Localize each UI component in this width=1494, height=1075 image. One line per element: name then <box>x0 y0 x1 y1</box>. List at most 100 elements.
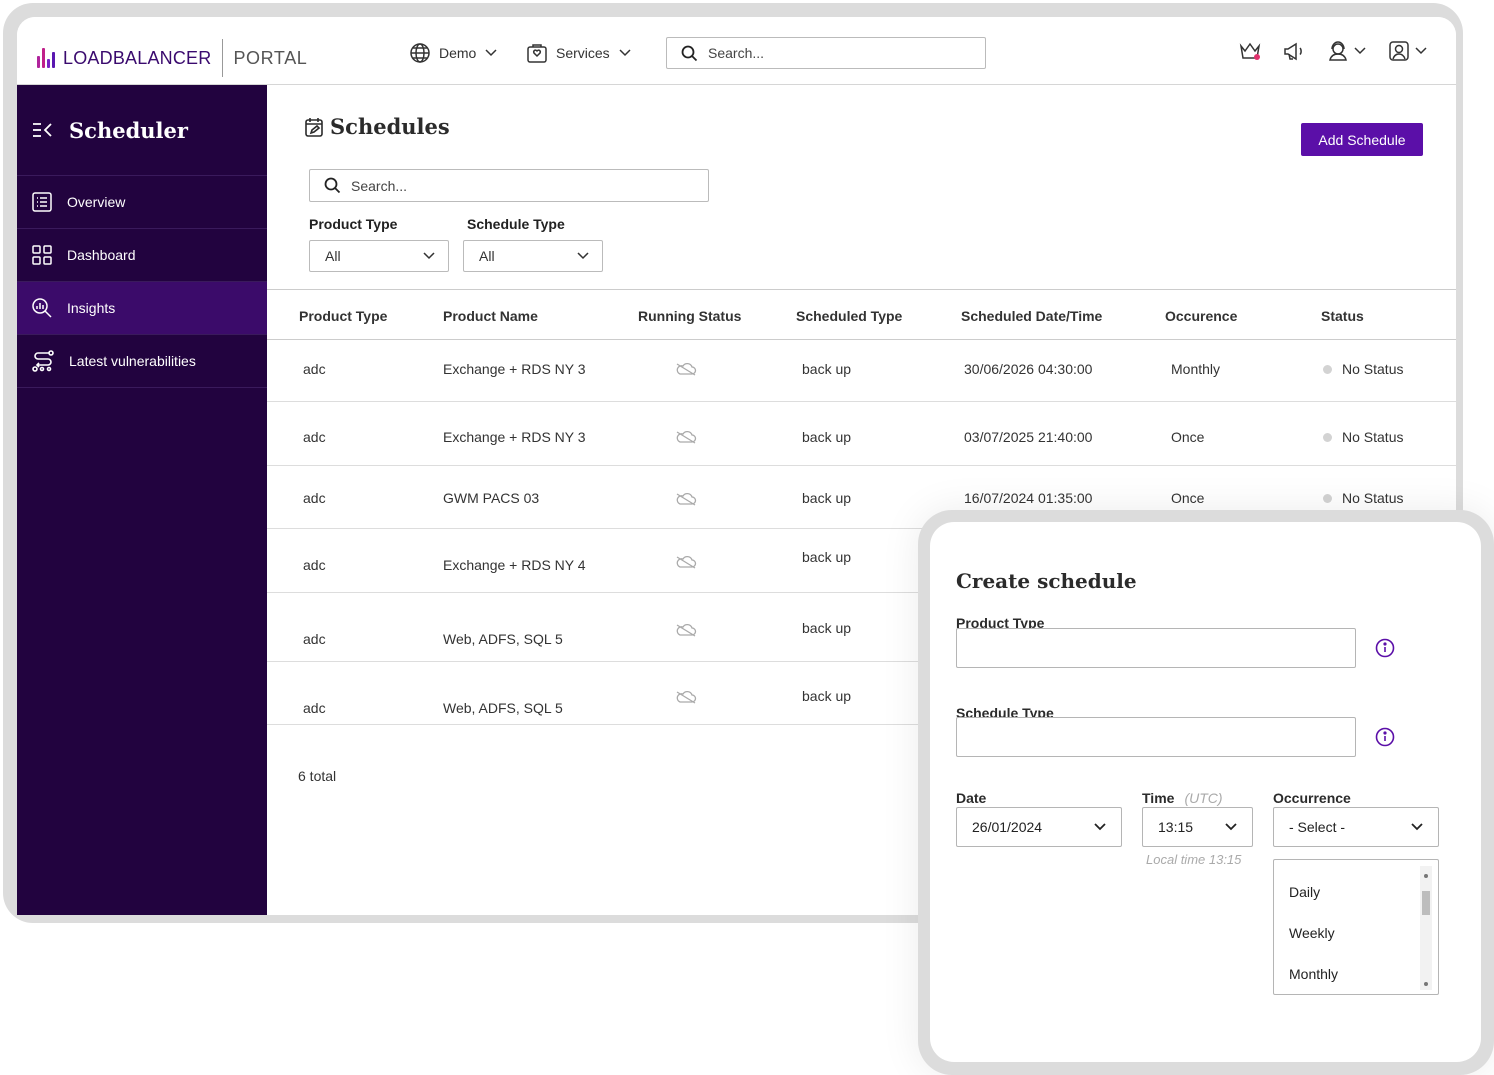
create-schedule-dialog-frame: Create schedule Product Type Schedule Ty… <box>918 510 1494 1075</box>
time-picker[interactable]: 13:15 <box>1142 807 1253 847</box>
cell-product-name: Exchange + RDS NY 3 <box>443 429 586 445</box>
collapse-sidebar-icon[interactable] <box>31 121 55 139</box>
column-header[interactable]: Product Type <box>299 308 387 324</box>
megaphone-icon[interactable] <box>1282 40 1306 62</box>
status-dot-icon <box>1323 365 1332 374</box>
column-header[interactable]: Running Status <box>638 308 741 324</box>
status-badge: No Status <box>1323 429 1403 445</box>
cell-product-type: adc <box>303 631 326 647</box>
chevron-down-icon <box>1225 823 1237 831</box>
cell-scheduled-datetime: 03/07/2025 21:40:00 <box>964 429 1093 445</box>
cell-occurence: Once <box>1171 429 1205 445</box>
insights-icon <box>32 298 52 318</box>
services-menu[interactable]: Services <box>526 42 632 64</box>
chevron-down-icon <box>619 49 631 57</box>
sidebar-item-label: Dashboard <box>67 247 136 263</box>
cloud-off-icon <box>675 430 697 447</box>
cell-occurence: Monthly <box>1171 361 1221 377</box>
grid-icon <box>32 245 52 265</box>
page-title: Schedules <box>304 114 450 139</box>
logo-mark-icon <box>37 48 55 68</box>
date-picker[interactable]: 26/01/2024 <box>956 807 1122 847</box>
environment-label: Demo <box>439 45 477 61</box>
cell-scheduled-type: back up <box>802 361 852 377</box>
column-header[interactable]: Scheduled Date/Time <box>961 308 1102 324</box>
dropdown-scrollbar[interactable] <box>1420 866 1432 990</box>
schedule-type-filter-value: All <box>479 248 495 264</box>
product-type-field[interactable] <box>956 628 1356 668</box>
search-icon <box>324 177 341 194</box>
occurrence-option-monthly[interactable]: Monthly <box>1289 966 1338 982</box>
sidebar-header: Scheduler <box>17 85 267 176</box>
column-header[interactable]: Scheduled Type <box>796 308 902 324</box>
schedule-type-filter-select[interactable]: All <box>463 240 603 272</box>
table-row[interactable]: adc Exchange + RDS NY 3 back up 03/07/2025 … <box>267 402 1456 466</box>
info-icon[interactable] <box>1375 727 1395 747</box>
schedule-search-placeholder: Search... <box>351 177 408 194</box>
sidebar-item-insights[interactable]: Insights <box>17 282 267 335</box>
scroll-down-arrow[interactable] <box>1424 982 1428 986</box>
time-unit: (UTC) <box>1184 790 1223 806</box>
support-menu[interactable] <box>1326 40 1367 62</box>
table-row[interactable]: adc Exchange + RDS NY 3 back up 30/06/2026 … <box>267 340 1456 402</box>
cell-scheduled-type: back up <box>802 490 852 506</box>
product-type-filter-value: All <box>325 248 341 264</box>
cell-product-name: Exchange + RDS NY 4 <box>443 557 586 573</box>
cell-product-type: adc <box>303 361 326 377</box>
info-icon[interactable] <box>1375 638 1395 658</box>
sidebar-item-label: Latest vulnerabilities <box>69 353 196 369</box>
calendar-edit-icon <box>305 117 323 137</box>
cell-product-type: adc <box>303 429 326 445</box>
page-title-text: Schedules <box>330 114 450 139</box>
logo-divider <box>222 39 224 77</box>
local-time-hint: Local time 13:15 <box>1146 852 1242 867</box>
environment-menu[interactable]: Demo <box>409 42 498 64</box>
product-type-filter-label: Product Type <box>309 216 398 232</box>
services-icon <box>527 44 547 63</box>
column-header[interactable]: Status <box>1321 308 1364 324</box>
table-header: Product Type Product Name Running Status… <box>267 290 1456 340</box>
scrollbar-thumb[interactable] <box>1422 891 1430 915</box>
sidebar-item-dashboard[interactable]: Dashboard <box>17 229 267 282</box>
column-header[interactable]: Occurence <box>1165 308 1237 324</box>
status-text: No Status <box>1342 490 1404 506</box>
top-bar: LOADBALANCER PORTAL Demo Services Search… <box>17 17 1456 85</box>
user-profile-icon <box>1389 41 1409 61</box>
cell-product-type: adc <box>303 490 326 506</box>
add-schedule-button[interactable]: Add Schedule <box>1301 123 1423 156</box>
portal-text: PORTAL <box>233 47 308 68</box>
sidebar-item-overview[interactable]: Overview <box>17 176 267 229</box>
cell-product-name: GWM PACS 03 <box>443 490 540 506</box>
chevron-down-icon <box>577 252 589 260</box>
product-type-filter-select[interactable]: All <box>309 240 449 272</box>
account-menu[interactable] <box>1387 39 1428 63</box>
occurrence-value: - Select - <box>1289 819 1346 835</box>
schedule-search-input[interactable]: Search... <box>309 169 709 202</box>
cloud-off-icon <box>675 690 697 707</box>
column-header[interactable]: Product Name <box>443 308 538 324</box>
status-badge: No Status <box>1323 490 1403 506</box>
loadbalancer-logo[interactable]: LOADBALANCER PORTAL <box>37 39 307 77</box>
sidebar-item-latest-vulnerabilities[interactable]: Latest vulnerabilities <box>17 335 267 388</box>
scroll-up-arrow[interactable] <box>1424 874 1428 878</box>
cell-scheduled-datetime: 30/06/2026 04:30:00 <box>964 361 1093 377</box>
list-icon <box>32 192 52 212</box>
chevron-down-icon <box>1094 823 1106 831</box>
support-agent-icon <box>1329 41 1347 61</box>
occurrence-option-weekly[interactable]: Weekly <box>1289 925 1335 941</box>
occurrence-label: Occurrence <box>1273 790 1351 806</box>
occurrence-select[interactable]: - Select - <box>1273 807 1439 847</box>
status-text: No Status <box>1342 361 1404 377</box>
cloud-off-icon <box>675 623 697 640</box>
sidebar-item-label: Insights <box>67 300 116 316</box>
occurrence-option-daily[interactable]: Daily <box>1289 884 1320 900</box>
global-search-input[interactable]: Search... <box>666 37 986 69</box>
chevron-down-icon <box>423 252 435 260</box>
cell-product-type: adc <box>303 557 326 573</box>
table-total-count: 6 total <box>298 768 337 784</box>
chevron-down-icon <box>1411 823 1423 831</box>
crown-icon[interactable] <box>1238 40 1262 62</box>
cloud-off-icon <box>675 492 697 509</box>
schedule-type-field[interactable] <box>956 717 1356 757</box>
status-dot-icon <box>1323 433 1332 442</box>
